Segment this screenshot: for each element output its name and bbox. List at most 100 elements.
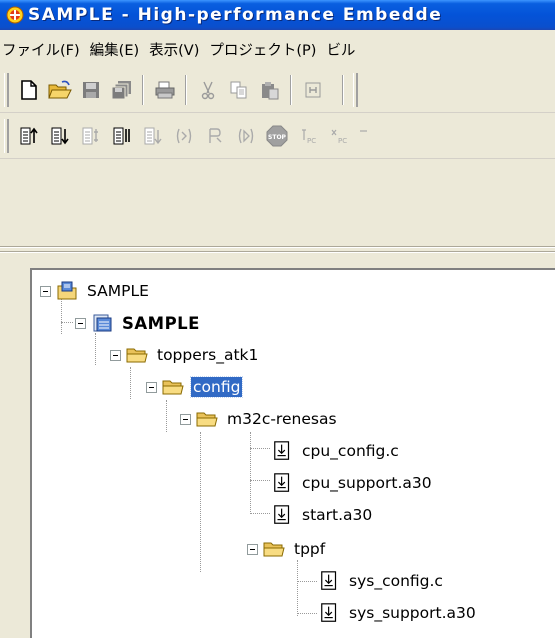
svg-text:PC: PC — [307, 137, 316, 145]
save-all-button[interactable] — [107, 75, 136, 105]
source-file-icon — [321, 571, 337, 590]
workspace-icon — [57, 281, 77, 300]
tree-node-label: tppf — [294, 540, 326, 558]
set-pc-button[interactable]: PC — [293, 121, 322, 151]
save-all-icon — [111, 81, 131, 100]
standard-toolbar — [0, 68, 555, 113]
open-folder-icon — [126, 348, 148, 363]
toolbar-more-button[interactable] — [355, 121, 369, 151]
toolbar-grip[interactable] — [4, 119, 9, 153]
step-out-button[interactable] — [107, 121, 136, 151]
source-file-icon — [274, 473, 290, 492]
tree-node-label: SAMPLE — [87, 282, 149, 300]
workspace-tree-panel[interactable]: SAMPLE SAMPLE toppers_atk1 config m32c-r… — [30, 268, 555, 638]
debug-toolbar: STOP PC PC — [0, 114, 555, 159]
menu-project[interactable]: プロジェクト(P) — [206, 39, 323, 60]
step-out-icon — [113, 127, 130, 145]
tree-node-label: SAMPLE — [122, 313, 200, 333]
tree-node-file-sys-config[interactable]: sys_config.c — [319, 568, 445, 594]
menu-view[interactable]: 表示(V) — [146, 39, 206, 60]
sort-descending-button[interactable] — [45, 121, 74, 151]
tree-node-file-cpu-support[interactable]: cpu_support.a30 — [272, 470, 434, 496]
reset-go-button[interactable] — [200, 121, 229, 151]
svg-text:PC: PC — [338, 137, 347, 145]
collapse-toggle[interactable] — [110, 349, 121, 361]
paste-icon — [261, 82, 278, 100]
tree-connector — [297, 560, 298, 616]
tree-connector — [61, 322, 73, 323]
print-button[interactable] — [150, 75, 179, 105]
toolbar-grip[interactable] — [4, 73, 9, 107]
tree-connector — [130, 367, 131, 399]
open-folder-icon — [196, 412, 218, 427]
tree-connector — [200, 432, 201, 572]
run-icon — [238, 128, 253, 144]
source-file-icon — [274, 505, 290, 524]
tree-connector — [95, 333, 96, 365]
tree-connector — [297, 613, 317, 614]
menu-edit[interactable]: 編集(E) — [87, 39, 146, 60]
find-icon — [305, 82, 320, 98]
reset-go-icon — [208, 128, 221, 143]
source-file-icon — [321, 603, 337, 622]
tree-connector — [297, 581, 317, 582]
tree-node-folder-toppers-atk1[interactable]: toppers_atk1 — [110, 342, 260, 368]
tree-node-folder-m32c-renesas[interactable]: m32c-renesas — [180, 406, 339, 432]
tree-node-label: cpu_config.c — [302, 442, 399, 460]
collapse-toggle[interactable] — [40, 285, 51, 297]
tree-node-label-selected: config — [189, 376, 244, 398]
tree-node-folder-config[interactable]: config — [146, 374, 244, 400]
tree-node-project[interactable]: SAMPLE — [75, 310, 202, 336]
app-logo-icon[interactable] — [6, 6, 24, 24]
collapse-toggle[interactable] — [75, 317, 86, 329]
open-folder-icon — [47, 80, 72, 99]
dock-area — [0, 160, 555, 260]
stop-icon: STOP — [266, 125, 287, 147]
step-in-button[interactable] — [76, 121, 105, 151]
save-button[interactable] — [76, 75, 105, 105]
collapse-toggle[interactable] — [146, 381, 157, 393]
tree-node-label: toppers_atk1 — [157, 346, 259, 364]
step-in-icon — [82, 127, 98, 145]
toolbar-grip[interactable] — [353, 73, 358, 107]
sort-descending-icon — [51, 127, 69, 145]
tree-node-file-start[interactable]: start.a30 — [272, 502, 374, 528]
cut-button[interactable] — [193, 75, 222, 105]
paste-button[interactable] — [255, 75, 284, 105]
tree-node-file-sys-support[interactable]: sys_support.a30 — [319, 600, 478, 626]
project-icon — [93, 314, 112, 332]
tree-node-label: m32c-renesas — [227, 410, 337, 428]
go-icon — [176, 128, 191, 144]
new-file-icon — [20, 80, 37, 100]
show-pc-button[interactable]: PC — [324, 121, 353, 151]
tree-connector — [166, 400, 167, 432]
sort-ascending-button[interactable] — [14, 121, 43, 151]
tree-node-workspace[interactable]: SAMPLE — [40, 278, 151, 304]
partial-icon — [360, 130, 367, 132]
tree-connector — [250, 448, 270, 449]
menu-build[interactable]: ビル — [323, 39, 362, 60]
tree-node-label: start.a30 — [302, 506, 373, 524]
tree-node-file-cpu-config[interactable]: cpu_config.c — [272, 438, 401, 464]
copy-button[interactable] — [224, 75, 253, 105]
print-icon — [155, 81, 174, 99]
source-file-icon — [274, 441, 290, 460]
step-over-button[interactable] — [138, 121, 167, 151]
stop-button[interactable]: STOP — [262, 121, 291, 151]
find-button[interactable] — [298, 75, 327, 105]
toolbar-separator — [142, 75, 144, 105]
menu-file[interactable]: ファイル(F) — [0, 39, 87, 60]
collapse-toggle[interactable] — [247, 543, 258, 555]
cut-icon — [201, 81, 214, 100]
new-file-button[interactable] — [14, 75, 43, 105]
svg-text:STOP: STOP — [268, 134, 287, 141]
run-button[interactable] — [231, 121, 260, 151]
collapse-toggle[interactable] — [180, 413, 191, 425]
tree-node-folder-tppf[interactable]: tppf — [247, 536, 327, 562]
open-folder-icon — [263, 542, 285, 557]
go-button[interactable] — [169, 121, 198, 151]
open-folder-icon — [162, 380, 184, 395]
sort-ascending-icon — [20, 127, 38, 145]
title-bar[interactable]: SAMPLE - High-performance Embedde — [0, 0, 555, 30]
open-button[interactable] — [45, 75, 74, 105]
